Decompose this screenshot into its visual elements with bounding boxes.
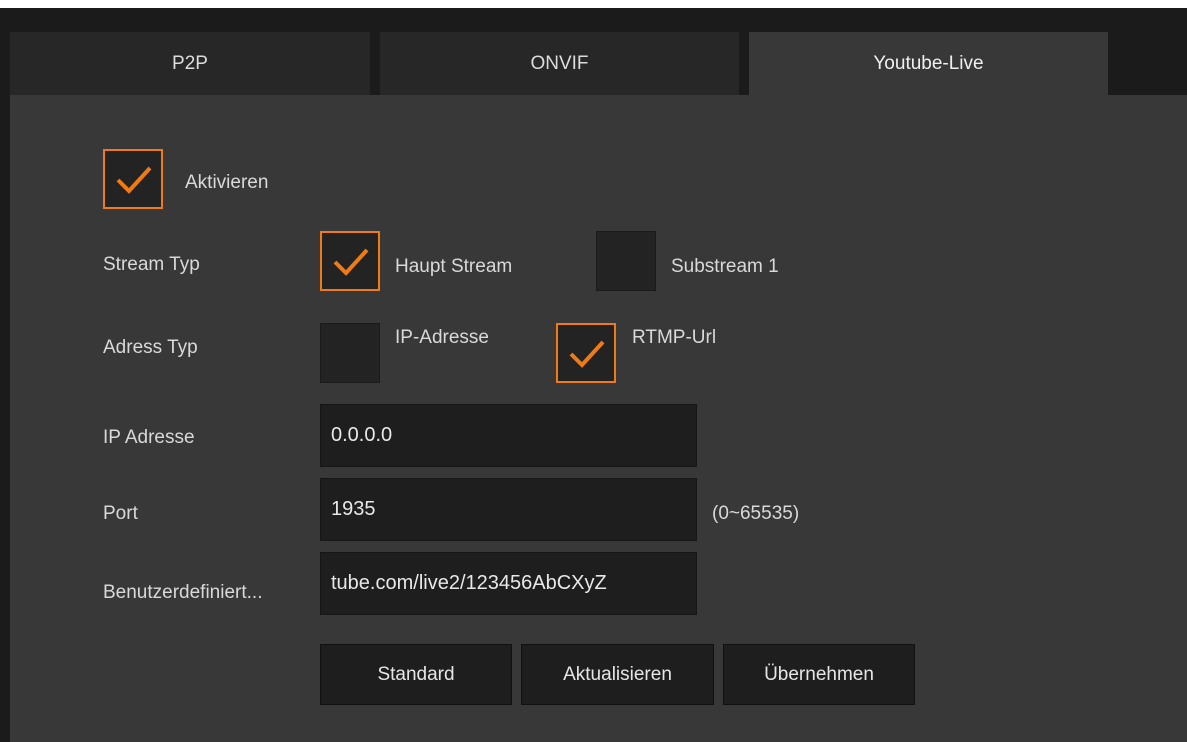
ip-address-type-label: IP-Adresse [395,327,489,348]
substream-checkbox[interactable] [596,231,656,291]
enable-label: Aktivieren [185,172,269,193]
tab-p2p[interactable]: P2P [10,32,370,95]
checkmark-icon [569,340,605,368]
ip-address-input[interactable]: 0.0.0.0 [320,404,697,467]
custom-url-label: Benutzerdefiniert... [103,582,263,603]
substream-label: Substream 1 [671,256,779,277]
rtmp-url-checkbox[interactable] [556,323,616,383]
apply-button[interactable]: Übernehmen [723,644,915,705]
checkmark-icon [333,248,369,276]
enable-checkbox[interactable] [103,149,163,209]
address-type-label: Adress Typ [103,337,198,358]
checkmark-icon [116,166,152,194]
port-range-hint: (0~65535) [712,503,800,524]
main-stream-label: Haupt Stream [395,256,513,277]
main-stream-checkbox[interactable] [320,231,380,291]
tab-youtube-live[interactable]: Youtube-Live [749,32,1108,95]
tab-onvif[interactable]: ONVIF [380,32,739,95]
stream-type-label: Stream Typ [103,254,200,275]
ip-address-label: IP Adresse [103,427,195,448]
default-button[interactable]: Standard [320,644,512,705]
rtmp-url-label: RTMP-Url [632,327,717,348]
port-label: Port [103,503,138,524]
refresh-button[interactable]: Aktualisieren [521,644,714,705]
custom-url-input[interactable]: tube.com/live2/123456AbCXyZ [320,552,697,615]
port-input[interactable]: 1935 [320,478,697,541]
ip-address-type-checkbox[interactable] [320,323,380,383]
